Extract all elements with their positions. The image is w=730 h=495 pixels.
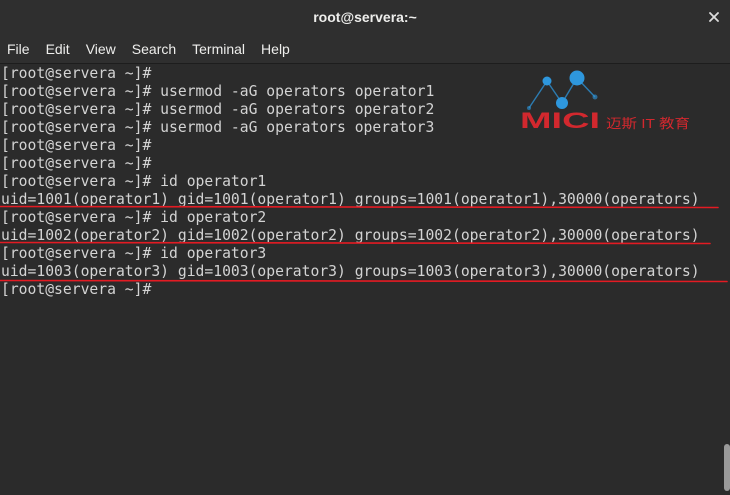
terminal-line: [root@servera ~]# id operator3	[1, 245, 267, 262]
menu-file[interactable]: File	[0, 36, 38, 63]
close-button[interactable]	[704, 7, 724, 27]
menu-edit[interactable]: Edit	[38, 36, 78, 63]
terminal-line: [root@servera ~]#	[1, 155, 152, 172]
terminal-output-line: uid=1003(operator3) gid=1003(operator3) …	[1, 263, 700, 280]
menu-search[interactable]: Search	[124, 36, 184, 63]
close-icon	[709, 12, 719, 22]
scrollbar-thumb[interactable]	[724, 444, 730, 491]
window-title: root@servera:~	[313, 9, 417, 25]
terminal-line: [root@servera ~]#	[1, 137, 152, 154]
terminal-output-line: uid=1002(operator2) gid=1002(operator2) …	[1, 227, 700, 244]
terminal-line: [root@servera ~]# id operator1	[1, 173, 267, 190]
terminal-line: [root@servera ~]# usermod -aG operators …	[1, 83, 435, 100]
menu-help[interactable]: Help	[253, 36, 298, 63]
terminal-line: [root@servera ~]#	[1, 65, 152, 82]
terminal-line: [root@servera ~]# id operator2	[1, 209, 267, 226]
terminal-output-line: uid=1001(operator1) gid=1001(operator1) …	[1, 191, 700, 208]
menu-bar: File Edit View Search Terminal Help	[0, 36, 730, 64]
terminal-output[interactable]: [root@servera ~]# [root@servera ~]# user…	[0, 64, 722, 495]
scrollbar[interactable]	[722, 64, 730, 495]
terminal-line: [root@servera ~]# usermod -aG operators …	[1, 101, 435, 118]
menu-view[interactable]: View	[78, 36, 124, 63]
menu-terminal[interactable]: Terminal	[184, 36, 253, 63]
terminal-line: [root@servera ~]#	[1, 281, 152, 298]
title-bar[interactable]: root@servera:~	[0, 0, 730, 36]
terminal-line: [root@servera ~]# usermod -aG operators …	[1, 119, 435, 136]
